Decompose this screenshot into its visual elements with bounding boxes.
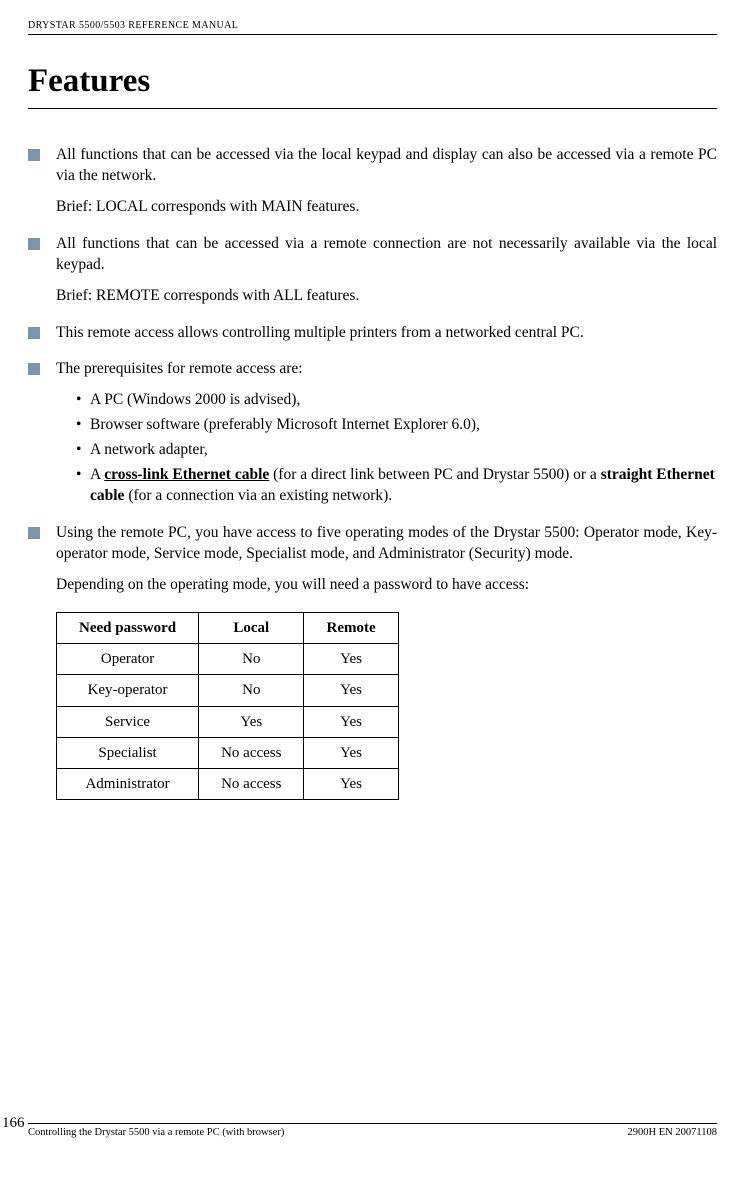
bullet-square-icon: [28, 527, 40, 539]
table-cell: Key-operator: [57, 675, 199, 706]
body-text: Using the remote PC, you have access to …: [56, 523, 717, 565]
feature-block: This remote access allows controlling mu…: [28, 323, 717, 344]
body-text: Brief: LOCAL corresponds with MAIN featu…: [56, 197, 717, 218]
table-cell: Specialist: [57, 737, 199, 768]
table-cell: Yes: [304, 675, 398, 706]
text-emphasis: cross-link Ethernet cable: [104, 466, 269, 483]
table-row: Operator No Yes: [57, 644, 399, 675]
footer-right: 2900H EN 20071108: [628, 1127, 717, 1138]
body-content: All functions that can be accessed via t…: [28, 145, 717, 800]
feature-block: All functions that can be accessed via t…: [28, 145, 717, 218]
table-header: Local: [199, 612, 304, 643]
list-item: A cross-link Ethernet cable (for a direc…: [76, 465, 717, 507]
body-text: All functions that can be accessed via a…: [56, 234, 717, 276]
body-text: Depending on the operating mode, you wil…: [56, 575, 717, 596]
table-row: Service Yes Yes: [57, 706, 399, 737]
table-cell: No: [199, 644, 304, 675]
bullet-square-icon: [28, 238, 40, 250]
footer-left: Controlling the Drystar 5500 via a remot…: [28, 1127, 284, 1138]
feature-block: Using the remote PC, you have access to …: [28, 523, 717, 596]
list-item: A PC (Windows 2000 is advised),: [76, 390, 717, 411]
sub-list: A PC (Windows 2000 is advised), Browser …: [56, 390, 717, 507]
bullet-square-icon: [28, 149, 40, 161]
table-cell: No access: [199, 769, 304, 800]
table-cell: Yes: [304, 769, 398, 800]
text-fragment: (for a direct link between PC and Drysta…: [269, 466, 600, 483]
feature-block: The prerequisites for remote access are:…: [28, 359, 717, 507]
list-item: A network adapter,: [76, 440, 717, 461]
body-text: This remote access allows controlling mu…: [56, 323, 717, 344]
password-table: Need password Local Remote Operator No Y…: [56, 612, 399, 801]
text-fragment: A: [90, 466, 104, 483]
table-cell: Service: [57, 706, 199, 737]
table-header: Need password: [57, 612, 199, 643]
table-cell: Operator: [57, 644, 199, 675]
body-text: Brief: REMOTE corresponds with ALL featu…: [56, 286, 717, 307]
table-cell: Yes: [304, 706, 398, 737]
bullet-square-icon: [28, 363, 40, 375]
bullet-square-icon: [28, 327, 40, 339]
table-row: Key-operator No Yes: [57, 675, 399, 706]
running-header: DRYSTAR 5500/5503 REFERENCE MANUAL: [28, 20, 717, 35]
table-cell: Administrator: [57, 769, 199, 800]
table-cell: No: [199, 675, 304, 706]
table-row: Administrator No access Yes: [57, 769, 399, 800]
text-fragment: (for a connection via an existing networ…: [124, 487, 392, 504]
feature-block: All functions that can be accessed via a…: [28, 234, 717, 307]
body-text: The prerequisites for remote access are:: [56, 359, 717, 380]
body-text: All functions that can be accessed via t…: [56, 145, 717, 187]
table-header: Remote: [304, 612, 398, 643]
list-item: Browser software (preferably Microsoft I…: [76, 415, 717, 436]
table-cell: No access: [199, 737, 304, 768]
table-cell: Yes: [304, 644, 398, 675]
table-cell: Yes: [304, 737, 398, 768]
table-header-row: Need password Local Remote: [57, 612, 399, 643]
table-row: Specialist No access Yes: [57, 737, 399, 768]
page-footer: Controlling the Drystar 5500 via a remot…: [0, 1123, 745, 1138]
table-cell: Yes: [199, 706, 304, 737]
page-title: Features: [28, 63, 717, 109]
